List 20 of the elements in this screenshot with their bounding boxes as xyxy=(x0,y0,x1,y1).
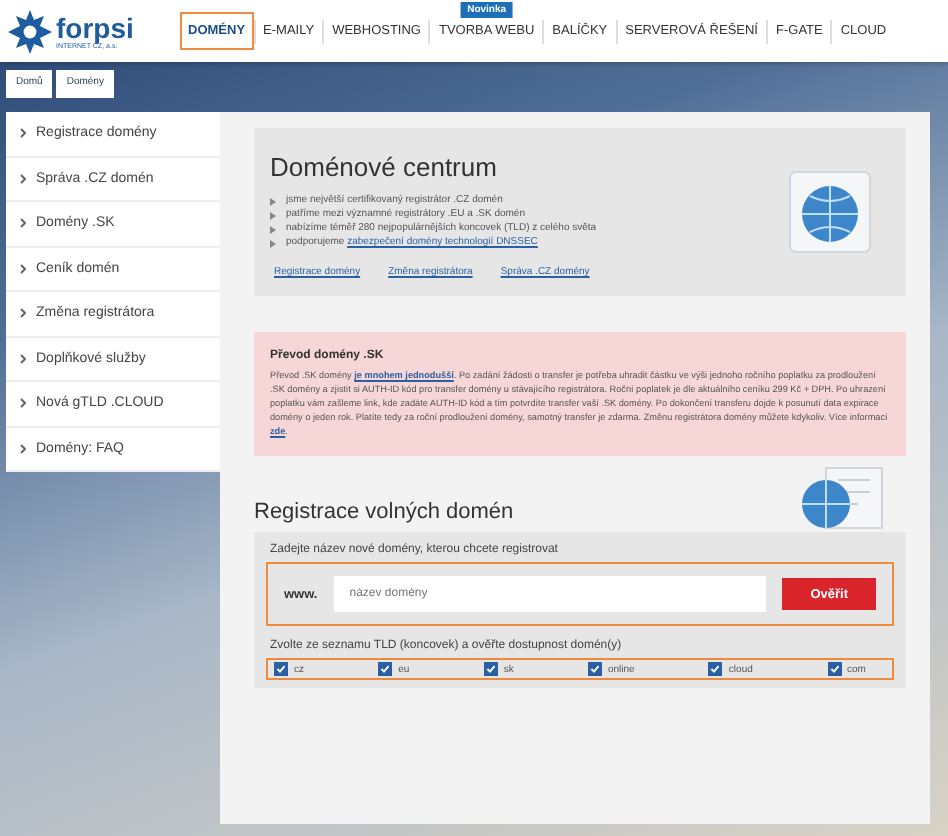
section-title: Registrace volných domén xyxy=(254,500,514,524)
section-title: Doménové centrum xyxy=(270,152,499,182)
checkbox[interactable] xyxy=(274,662,288,676)
chevron-right-icon xyxy=(20,353,26,364)
chevron-right-icon xyxy=(20,218,26,229)
chevron-right-icon xyxy=(20,443,26,454)
globe-cube-icon xyxy=(786,168,874,256)
chevron-right-icon xyxy=(20,308,26,319)
star-gear-logo-icon xyxy=(8,9,52,53)
checkbox[interactable] xyxy=(827,662,841,676)
checkbox[interactable] xyxy=(708,662,723,676)
chevron-right-icon xyxy=(20,398,26,409)
checkbox[interactable] xyxy=(587,662,602,676)
globe-form-icon xyxy=(798,464,886,532)
checkbox[interactable] xyxy=(378,662,393,676)
chevron-right-icon xyxy=(20,173,26,184)
chevron-right-icon xyxy=(20,128,26,139)
checkbox[interactable] xyxy=(483,662,498,676)
chevron-right-icon xyxy=(20,263,26,274)
logo-name[interactable]: forpsi xyxy=(56,13,134,41)
